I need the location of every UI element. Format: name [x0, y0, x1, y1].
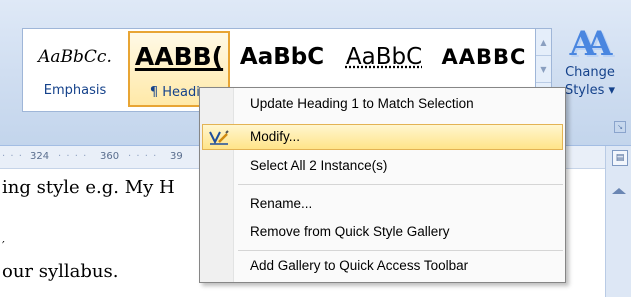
menu-item-label: Rename...	[250, 196, 313, 211]
menu-item-remove-from-gallery[interactable]: Remove from Quick Style Gallery	[202, 220, 563, 246]
scroll-down-icon[interactable]: ▼	[536, 56, 551, 83]
menu-item-select-all[interactable]: Select All 2 Instance(s)	[202, 154, 563, 180]
menu-separator	[238, 250, 563, 251]
ruler-ticks: · · · ·	[58, 151, 88, 162]
scroll-up-icon[interactable]: ▲	[536, 29, 551, 56]
dialog-launcher-icon[interactable]: ↘	[614, 121, 626, 133]
view-ruler-icon[interactable]: ▤	[612, 150, 628, 166]
menu-item-label: Modify...	[250, 129, 301, 144]
document-text-line: ing style e.g. My H	[2, 177, 175, 198]
style-emphasis[interactable]: AaBbCc. Emphasis	[26, 31, 124, 107]
menu-item-label: Add Gallery to Quick Access Toolbar	[250, 258, 469, 273]
menu-item-label: Remove from Quick Style Gallery	[250, 224, 450, 239]
change-styles-label: Change	[565, 65, 615, 80]
ruler-label: 324	[30, 151, 50, 162]
menu-item-label: Select All 2 Instance(s)	[250, 158, 388, 173]
vertical-scrollbar[interactable]: ▤	[605, 146, 631, 297]
style-sample: AABB(	[134, 42, 224, 71]
style-sample: AABBC	[441, 45, 527, 69]
style-sample: AaBbC	[239, 44, 325, 70]
style-name: Emphasis	[43, 83, 107, 98]
menu-separator	[238, 184, 563, 185]
change-styles-label-2: Styles ▾	[564, 83, 616, 98]
change-styles-icon: AA	[569, 24, 613, 64]
ruler-label: 39	[170, 151, 183, 162]
text-cursor-mark: ′	[2, 239, 5, 253]
menu-item-rename[interactable]: Rename...	[202, 192, 563, 218]
modify-style-icon	[209, 130, 229, 145]
menu-item-label: Update Heading 1 to Match Selection	[250, 96, 474, 111]
document-text-line: our syllabus.	[2, 261, 119, 282]
menu-item-add-to-qat[interactable]: Add Gallery to Quick Access Toolbar	[202, 254, 563, 280]
style-sample: AaBbC	[345, 44, 423, 70]
change-styles-button[interactable]: AA Change Styles ▾	[558, 24, 622, 120]
menu-item-update-to-match[interactable]: Update Heading 1 to Match Selection	[202, 92, 563, 118]
ruler-label: 360	[100, 151, 120, 162]
menu-item-modify[interactable]: Modify...	[202, 124, 563, 150]
ruler-ticks: · · ·	[2, 151, 23, 162]
scroll-up-arrow-icon[interactable]	[612, 188, 626, 194]
style-sample: AaBbCc.	[38, 47, 112, 67]
ruler-ticks: · · · ·	[128, 151, 158, 162]
style-context-menu: Update Heading 1 to Match Selection Modi…	[199, 87, 566, 283]
